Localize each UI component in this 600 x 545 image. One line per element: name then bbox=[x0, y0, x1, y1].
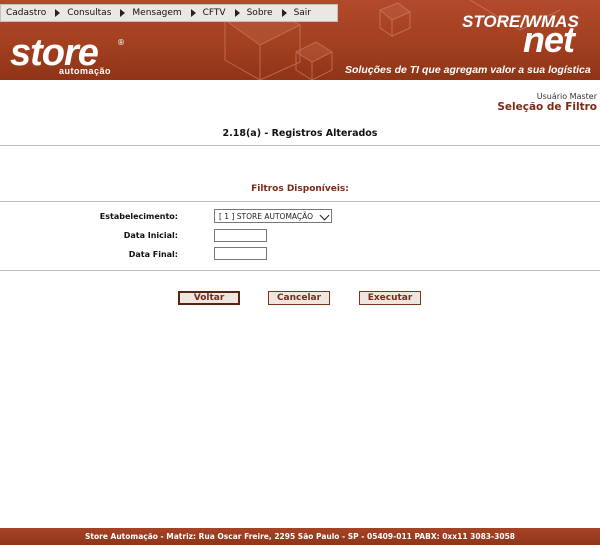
end-date-input[interactable] bbox=[214, 247, 267, 260]
divider bbox=[0, 270, 600, 271]
menu-item-sair[interactable]: Sair bbox=[294, 8, 311, 18]
back-button[interactable]: Voltar bbox=[178, 291, 240, 305]
menu-item-cftv[interactable]: CFTV bbox=[203, 8, 247, 18]
menu-item-label: CFTV bbox=[202, 8, 226, 18]
arrow-right-icon bbox=[190, 9, 196, 17]
report-title: 2.18(a) - Registros Alterados bbox=[222, 128, 378, 139]
cancel-button[interactable]: Cancelar bbox=[268, 291, 330, 305]
arrow-right-icon bbox=[55, 9, 61, 17]
menu-item-sobre[interactable]: Sobre bbox=[247, 8, 294, 18]
menu-item-consultas[interactable]: Consultas bbox=[67, 8, 132, 18]
menu-item-label: Sair bbox=[293, 8, 312, 18]
start-date-label: Data Inicial: bbox=[123, 231, 178, 240]
menu-item-label: Sobre bbox=[246, 8, 273, 18]
menu-item-label: Consultas bbox=[67, 8, 112, 18]
user-name: Usuário Master bbox=[536, 92, 597, 101]
menu-item-mensagem[interactable]: Mensagem bbox=[132, 8, 202, 18]
establishment-select-value: [ 1 ] STORE AUTOMAÇÃO bbox=[219, 211, 314, 221]
menu-item-cadastro[interactable]: Cadastro bbox=[1, 8, 67, 18]
end-date-label: Data Final: bbox=[128, 250, 178, 259]
divider bbox=[0, 201, 600, 202]
registered-mark: ® bbox=[117, 38, 125, 47]
store-logo-subtitle: automação bbox=[59, 66, 112, 76]
footer: Store Automação - Matriz: Rua Oscar Frei… bbox=[0, 528, 600, 545]
arrow-right-icon bbox=[281, 9, 287, 17]
run-button[interactable]: Executar bbox=[359, 291, 421, 305]
tagline: Soluções de TI que agregam valor a sua l… bbox=[345, 64, 591, 76]
menu-item-label: Cadastro bbox=[6, 8, 47, 18]
arrow-right-icon bbox=[120, 9, 126, 17]
chevron-down-icon bbox=[319, 210, 330, 221]
filters-section-title: Filtros Disponíveis: bbox=[251, 184, 349, 194]
footer-text: Store Automação - Matriz: Rua Oscar Frei… bbox=[84, 532, 516, 541]
menu-item-label: Mensagem bbox=[132, 8, 182, 18]
divider bbox=[0, 145, 600, 146]
product-brand-net: net bbox=[523, 19, 575, 60]
header-banner: Cadastro Consultas Mensagem CFTV Sobre S… bbox=[0, 0, 600, 80]
start-date-input[interactable] bbox=[214, 229, 267, 242]
establishment-label: Estabelecimento: bbox=[99, 212, 178, 221]
establishment-select[interactable]: [ 1 ] STORE AUTOMAÇÃO bbox=[214, 209, 332, 223]
arrow-right-icon bbox=[234, 9, 240, 17]
page-title: Seleção de Filtro bbox=[497, 101, 597, 113]
main-menu: Cadastro Consultas Mensagem CFTV Sobre S… bbox=[0, 4, 338, 22]
